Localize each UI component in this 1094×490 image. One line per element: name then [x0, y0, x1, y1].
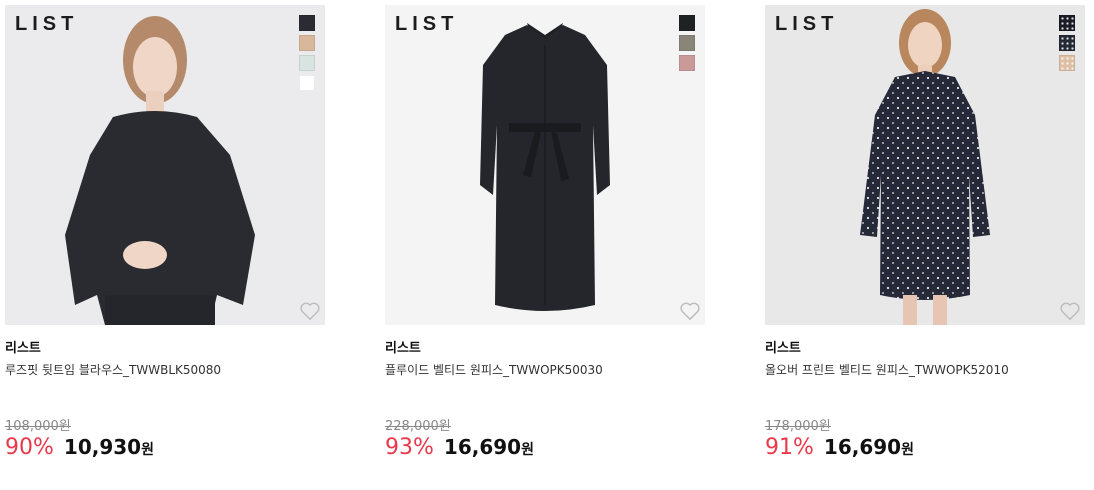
color-swatch[interactable] [299, 35, 315, 51]
blouse-model-photo [65, 16, 255, 325]
brand-logo: LIST [15, 13, 79, 35]
product-card[interactable]: LIST 리스트 올오버 프린트 벨티드 원피스_TWWOPK52010 178… [765, 5, 1085, 475]
color-swatches [679, 15, 695, 71]
color-swatch[interactable] [1059, 55, 1075, 71]
product-name[interactable]: 올오버 프린트 벨티드 원피스_TWWOPK52010 [765, 361, 1085, 379]
color-swatches [1059, 15, 1075, 71]
dress-product-photo [480, 23, 610, 311]
product-image[interactable]: LIST [385, 5, 705, 325]
price-row: 91% 16,690 원 [765, 435, 1085, 465]
color-swatch[interactable] [299, 75, 315, 91]
printed-dress-model-photo [860, 9, 990, 325]
color-swatch[interactable] [299, 55, 315, 71]
sale-price: 16,690 [443, 435, 522, 459]
discount-rate: 90% [5, 435, 54, 460]
product-brand: 리스트 [5, 341, 41, 356]
sale-price: 10,930 [63, 435, 142, 459]
currency-unit: 원 [901, 442, 914, 458]
original-price: 228,000원 [385, 419, 451, 434]
discount-rate: 91% [765, 435, 814, 460]
product-image[interactable]: LIST [5, 5, 325, 325]
product-brand: 리스트 [385, 341, 421, 356]
product-name[interactable]: 플루이드 벨티드 원피스_TWWOPK50030 [385, 361, 705, 379]
color-swatch[interactable] [679, 55, 695, 71]
product-card[interactable]: LIST 리스트 플루이드 벨티드 원피스_TWWOPK50030 228,00… [385, 5, 705, 475]
currency-unit: 원 [141, 442, 154, 458]
currency-unit: 원 [521, 442, 534, 458]
heart-outline-icon[interactable] [299, 301, 321, 321]
color-swatches [299, 15, 315, 91]
color-swatch[interactable] [679, 35, 695, 51]
color-swatch[interactable] [1059, 35, 1075, 51]
color-swatch[interactable] [1059, 15, 1075, 31]
product-image[interactable]: LIST [765, 5, 1085, 325]
heart-outline-icon[interactable] [679, 301, 701, 321]
price-row: 90% 10,930 원 [5, 435, 325, 465]
brand-logo: LIST [395, 13, 459, 35]
product-brand: 리스트 [765, 341, 801, 356]
heart-outline-icon[interactable] [1059, 301, 1081, 321]
original-price: 178,000원 [765, 419, 831, 434]
color-swatch[interactable] [679, 15, 695, 31]
brand-logo: LIST [775, 13, 839, 35]
product-grid: LIST 리스트 루즈핏 뒷트임 블라우스_TWWBLK50080 108,00… [0, 0, 1094, 490]
product-card[interactable]: LIST 리스트 루즈핏 뒷트임 블라우스_TWWBLK50080 108,00… [5, 5, 325, 475]
sale-price: 16,690 [823, 435, 902, 459]
discount-rate: 93% [385, 435, 434, 460]
price-row: 93% 16,690 원 [385, 435, 705, 465]
product-name[interactable]: 루즈핏 뒷트임 블라우스_TWWBLK50080 [5, 361, 325, 379]
original-price: 108,000원 [5, 419, 71, 434]
color-swatch[interactable] [299, 15, 315, 31]
